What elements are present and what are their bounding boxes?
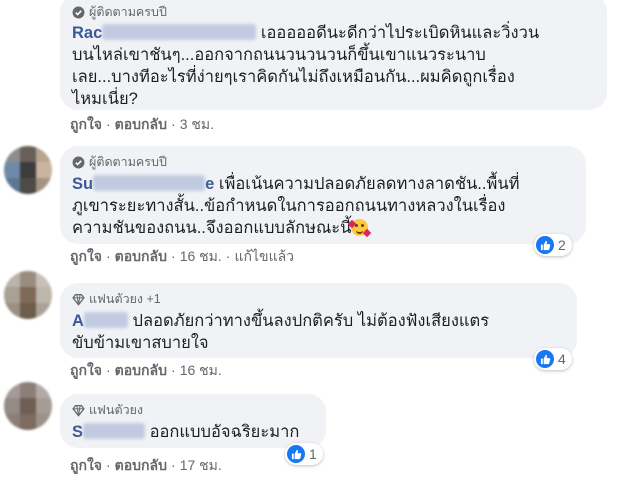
redacted-name <box>83 312 128 328</box>
like-link[interactable]: ถูกใจ <box>70 116 102 132</box>
diamond-icon <box>72 293 85 306</box>
comment-text-line: เลย...บางทีอะไรที่ง่ายๆเราคิดกันไม่ถึงเห… <box>72 68 515 86</box>
comment-text-line: ภูเขาระยะทางสั้น..ข้อกำหนดในการออกถนนทาง… <box>72 197 506 215</box>
comment-bubble: แฟนตัวยง +1 A ปลอดภัยกว่าทางขึ้นลงปกติคร… <box>60 283 577 358</box>
timestamp[interactable]: 16 ชม. <box>180 362 222 378</box>
badge-label: แฟนตัวยง <box>89 403 144 417</box>
badge-row: แฟนตัวยง <box>72 402 314 418</box>
top-fan-badge-icon <box>72 156 85 168</box>
reply-link[interactable]: ตอบกลับ <box>115 362 167 378</box>
commenter-name[interactable]: S <box>72 423 146 441</box>
comment-text: เอออออดีนะดีกว่าไประเบิดหินและวิ่งวน <box>260 24 540 42</box>
reaction-count: 2 <box>558 237 566 253</box>
timestamp[interactable]: 17 ชม. <box>180 457 222 473</box>
comment-text-line: ความชันของถนน..จึงออกแบบลักษณะนี้ <box>72 219 352 237</box>
comment-actions: ถูกใจ · ตอบกลับ · 17 ชม. <box>70 457 222 473</box>
badge-row: แฟนตัวยง +1 <box>72 291 565 307</box>
redacted-name <box>93 175 206 191</box>
comment-text-line: ไหมเนี่ย? <box>72 90 138 108</box>
diamond-icon <box>72 404 85 417</box>
avatar[interactable] <box>4 271 52 319</box>
comment-bubble: ผู้ติดตามครบปี Su e เพื่อเน้นความปลอดภัยล… <box>60 146 586 244</box>
reply-link[interactable]: ตอบกลับ <box>115 116 167 132</box>
commenter-name[interactable]: Su e <box>72 175 214 193</box>
badge-label: แฟนตัวยง +1 <box>89 292 161 306</box>
avatar[interactable] <box>4 382 52 430</box>
commenter-name[interactable]: A <box>72 312 128 330</box>
like-link[interactable]: ถูกใจ <box>70 362 102 378</box>
avatar[interactable] <box>4 146 52 194</box>
thumbs-up-icon <box>536 236 554 254</box>
reaction-count: 4 <box>558 351 566 367</box>
smiling-face-with-hearts-emoji-icon <box>348 219 372 238</box>
reaction-summary[interactable]: 4 <box>534 348 572 370</box>
comment-actions: ถูกใจ · ตอบกลับ · 16 ชม. <box>70 362 222 378</box>
reply-link[interactable]: ตอบกลับ <box>115 457 167 473</box>
top-fan-badge-icon <box>72 6 85 18</box>
thumbs-up-icon <box>287 445 305 463</box>
comment-text: เพื่อเน้นความปลอดภัยลดทางลาดชัน..พื้นที่ <box>218 175 520 193</box>
timestamp[interactable]: 3 ชม. <box>180 116 214 132</box>
badge-row: ผู้ติดตามครบปี <box>72 4 595 20</box>
timestamp[interactable]: 16 ชม. <box>180 248 222 264</box>
badge-label: ผู้ติดตามครบปี <box>89 155 167 169</box>
commenter-name[interactable]: Rac <box>72 24 257 42</box>
like-link[interactable]: ถูกใจ <box>70 248 102 264</box>
redacted-name <box>83 423 146 439</box>
comment-bubble: ผู้ติดตามครบปี Rac เอออออดีนะดีกว่าไประเ… <box>60 0 607 110</box>
comment-text-line: ขับข้ามเขาสบายใจ <box>72 334 209 352</box>
reaction-summary[interactable]: 1 <box>285 443 323 465</box>
comment-text: ออกแบบอัจฉริยะมาก <box>149 423 300 441</box>
comment-actions: ถูกใจ · ตอบกลับ · 16 ชม. · แก้ไขแล้ว <box>70 248 295 264</box>
redacted-name <box>102 24 257 40</box>
comment-text-line: บนไหล่เขาชันๆ...ออกจากถนนวนวนวนก็ขึ้นเขา… <box>72 46 486 64</box>
reply-link[interactable]: ตอบกลับ <box>115 248 167 264</box>
thumbs-up-icon <box>536 350 554 368</box>
edited-label[interactable]: แก้ไขแล้ว <box>234 248 294 264</box>
comment-bubble: แฟนตัวยง S ออกแบบอัจฉริยะมาก <box>60 394 326 448</box>
reaction-count: 1 <box>309 446 317 462</box>
reaction-summary[interactable]: 2 <box>534 234 572 256</box>
like-link[interactable]: ถูกใจ <box>70 457 102 473</box>
badge-label: ผู้ติดตามครบปี <box>89 5 167 19</box>
comment-actions: ถูกใจ · ตอบกลับ · 3 ชม. <box>70 116 214 132</box>
badge-row: ผู้ติดตามครบปี <box>72 154 574 170</box>
comment-text: ปลอดภัยกว่าทางขึ้นลงปกติครับ ไม่ต้องฟังเ… <box>132 312 490 330</box>
